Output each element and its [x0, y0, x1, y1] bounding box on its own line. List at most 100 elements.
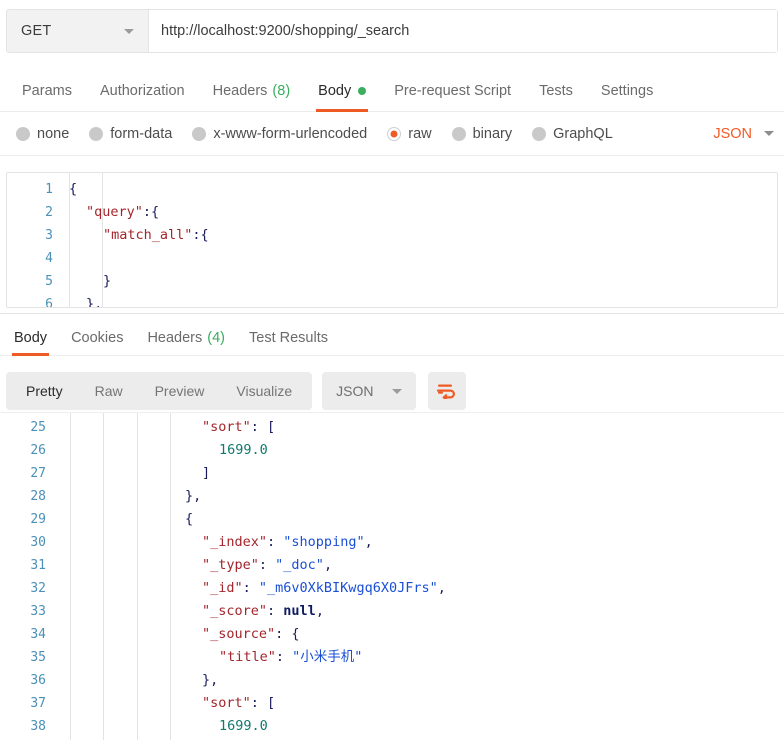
tab-label: Tests: [539, 82, 573, 99]
token-punc: ,: [437, 580, 446, 596]
line-number: 37: [30, 696, 46, 711]
indent-guide: [137, 413, 138, 740]
line-number: 33: [30, 604, 46, 619]
token-str: "小米手机": [292, 649, 363, 665]
code-line: 27]: [0, 462, 784, 485]
response-language-select[interactable]: JSON: [322, 372, 416, 410]
body-format-select[interactable]: JSON: [713, 126, 774, 142]
radio-icon: [451, 126, 466, 141]
radio-icon: [192, 126, 207, 141]
token-punc: },: [202, 672, 219, 688]
token-punc: ,: [315, 603, 324, 619]
code-line: 6},: [7, 293, 777, 308]
indent-guide: [102, 173, 103, 307]
code-text: {: [69, 178, 77, 201]
response-tab-headers[interactable]: Headers (4): [135, 320, 237, 356]
token-punc: :: [275, 649, 293, 665]
token-punc: :: [258, 557, 276, 573]
request-tab-authorization[interactable]: Authorization: [86, 70, 199, 112]
radio-icon: [387, 126, 402, 141]
body-type-radio-raw[interactable]: raw: [387, 126, 432, 142]
token-punc: }: [103, 273, 112, 289]
code-text: "title": "小米手机": [219, 646, 362, 669]
token-punc: {: [185, 511, 194, 527]
response-view-preview[interactable]: Preview: [139, 376, 221, 406]
request-tab-bar: Params Authorization Headers (8) Body Pre-req…: [0, 70, 784, 112]
request-url-bar: GET http://localhost:9200/shopping/_sear…: [6, 9, 778, 53]
response-view-switcher: Pretty Raw Preview Visualize: [6, 372, 313, 410]
http-method-label: GET: [21, 23, 52, 39]
code-text: {: [185, 508, 193, 531]
request-tab-tests[interactable]: Tests: [525, 70, 587, 112]
body-type-radio-graphql[interactable]: GraphQL: [532, 126, 613, 142]
response-view-raw[interactable]: Raw: [79, 376, 139, 406]
tab-label: Test Results: [249, 329, 328, 346]
tab-label: Headers: [212, 82, 268, 99]
response-tab-test-results[interactable]: Test Results: [237, 320, 340, 356]
tab-label: Pre-request Script: [394, 82, 512, 99]
tab-label: Settings: [600, 82, 654, 99]
indent-guide: [103, 413, 104, 740]
tab-label: Headers: [147, 329, 203, 346]
code-text: 1699.0: [219, 715, 268, 738]
radio-icon: [532, 126, 547, 141]
token-punc: : [: [250, 419, 276, 435]
radio-icon: [89, 126, 104, 141]
request-tab-pre-request-script[interactable]: Pre-request Script: [380, 70, 525, 112]
chevron-down-icon: [764, 131, 774, 136]
token-key: "sort": [202, 419, 251, 435]
token-punc: ,: [323, 557, 333, 573]
token-punc: ,: [364, 534, 373, 550]
code-line: 31 "_type": "_doc",: [0, 554, 784, 577]
code-line: 37 "sort": [: [0, 692, 784, 715]
token-punc: :: [267, 534, 284, 550]
response-tab-body[interactable]: Body: [2, 320, 59, 356]
line-number: 26: [30, 443, 46, 458]
radio-label: form-data: [110, 125, 173, 142]
request-tab-params[interactable]: Params: [8, 70, 86, 112]
code-text: "_source": {: [202, 623, 300, 646]
code-text: "sort": [: [202, 692, 275, 715]
tab-count: (8): [272, 82, 291, 99]
body-type-radio-binary[interactable]: binary: [451, 126, 512, 142]
request-tab-body[interactable]: Body: [304, 70, 380, 112]
code-line: 3 "match_all":{: [7, 224, 777, 247]
token-punc: :: [242, 580, 259, 596]
body-present-indicator-icon: [358, 86, 367, 95]
code-text: },: [185, 485, 201, 508]
indent-guide: [170, 413, 171, 740]
tab-label: Cookies: [71, 329, 124, 346]
body-type-radio-none[interactable]: none: [16, 126, 69, 142]
line-number: 38: [30, 719, 46, 734]
code-text: "match_all":{: [103, 224, 209, 247]
chevron-down-icon: [391, 388, 402, 394]
token-null: null: [283, 603, 316, 619]
token-punc: },: [185, 488, 202, 504]
response-tab-bar: Body Cookies Headers (4) Test Results: [0, 320, 784, 356]
body-type-radio-x-www-form-urlencoded[interactable]: x-www-form-urlencoded: [192, 126, 367, 142]
response-view-pretty[interactable]: Pretty: [10, 376, 79, 406]
code-line: 32 "_id": "_m6v0XkBIKwgq6X0JFrs",: [0, 577, 784, 600]
chevron-down-icon: [124, 28, 134, 34]
panel-divider[interactable]: [0, 313, 784, 314]
request-body-editor[interactable]: 1{2 "query":{3 "match_all":{4 5} 6},: [6, 172, 778, 308]
token-key: "_source": [202, 626, 276, 642]
wrap-lines-button[interactable]: [427, 372, 466, 410]
request-tab-headers[interactable]: Headers (8): [199, 70, 305, 112]
http-method-select[interactable]: GET: [7, 10, 149, 52]
request-url-input[interactable]: http://localhost:9200/shopping/_search: [149, 10, 777, 52]
code-line: 2 "query":{: [7, 201, 777, 224]
code-text: 1699.0: [219, 439, 268, 462]
response-tab-cookies[interactable]: Cookies: [59, 320, 135, 356]
body-type-radio-form-data[interactable]: form-data: [89, 126, 172, 142]
response-view-visualize[interactable]: Visualize: [220, 376, 308, 406]
request-tab-settings[interactable]: Settings: [587, 70, 667, 112]
token-punc: : {: [275, 626, 300, 642]
line-number: 6: [45, 297, 53, 308]
token-key: "query": [86, 204, 143, 220]
tab-count: (4): [207, 329, 225, 346]
line-number: 25: [30, 420, 46, 435]
response-body-editor[interactable]: 25 "sort": [26 1699.0 27] 28}, 29{30 "_index":…: [0, 412, 784, 740]
radio-icon: [16, 126, 30, 141]
code-line: 25 "sort": [: [0, 416, 784, 439]
